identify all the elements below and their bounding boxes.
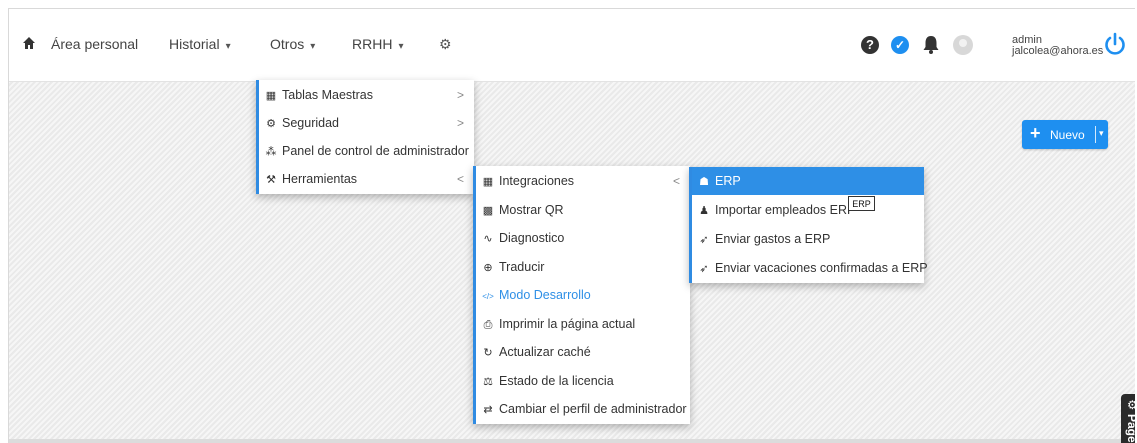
page-tab-label: Page <box>1125 414 1135 443</box>
users-icon: ☗ <box>699 176 709 188</box>
menu-item-imprimir[interactable]: ⎙ Imprimir la página actual <box>476 310 690 338</box>
heartbeat-icon: ∿ <box>483 233 493 245</box>
menu-item-integraciones[interactable]: ▦ Integraciones < <box>476 167 690 195</box>
help-icon[interactable]: ? <box>861 36 879 54</box>
menu-item-panel-control[interactable]: ⁂ Panel de control de administrador <box>259 137 474 165</box>
menu-item-label: Estado de la licencia <box>499 373 614 388</box>
nav-label: RRHH <box>352 36 393 52</box>
bell-icon[interactable] <box>922 35 940 54</box>
gavel-icon: ⚖ <box>483 375 493 388</box>
menu-item-enviar-vacaciones[interactable]: ➶ Enviar vacaciones confirmadas a ERP <box>692 254 927 282</box>
otros-dropdown-menu: ▦ Tablas Maestras > ⚙ Seguridad > ⁂ Panel de … <box>256 80 474 194</box>
menu-item-enviar-gastos[interactable]: ➶ Enviar gastos a ERP <box>692 225 924 253</box>
tooltip: ERP <box>848 196 875 211</box>
menu-item-label: Mostrar QR <box>499 202 564 217</box>
users-cog-icon: ⚙ <box>266 118 276 130</box>
menu-item-label: Importar empleados ERP <box>715 203 856 217</box>
horizontal-scrollbar[interactable] <box>9 439 1135 443</box>
caret-down-icon: ▾ <box>310 41 316 52</box>
power-icon[interactable] <box>1103 32 1127 56</box>
caret-down-icon[interactable]: ▾ <box>1099 128 1104 139</box>
page-options-tab[interactable]: ⚙ Page <box>1121 394 1135 443</box>
menu-item-erp[interactable]: ☗ ERP <box>692 167 924 195</box>
nav-label: Área personal <box>51 36 139 52</box>
menu-item-label: Enviar vacaciones confirmadas a ERP <box>715 261 928 275</box>
nav-area-personal[interactable]: Área personal <box>51 36 138 52</box>
paper-plane-icon: ➶ <box>699 263 709 275</box>
nav-historial[interactable]: Historial ▾ <box>169 36 231 52</box>
chevron-left-icon: < <box>672 174 680 188</box>
button-separator <box>1095 126 1096 143</box>
menu-item-label: Cambiar el perfil de administrador <box>499 402 687 416</box>
menu-item-traducir[interactable]: ⊕ Traducir <box>476 253 690 281</box>
nav-rrhh[interactable]: RRHH ▾ <box>352 36 403 52</box>
plus-icon: + <box>1030 123 1041 143</box>
menu-item-label: Enviar gastos a ERP <box>715 232 831 246</box>
refresh-icon: ↻ <box>483 347 493 359</box>
tools-icon: ⚒ <box>266 174 276 186</box>
menu-item-importar-empleados[interactable]: ♟ Importar empleados ERP <box>692 196 924 224</box>
chevron-right-icon: > <box>456 88 464 102</box>
nav-otros[interactable]: Otros ▾ <box>270 36 315 52</box>
menu-item-label: Herramientas <box>282 172 358 186</box>
menu-item-label: Panel de control de administrador <box>282 144 469 158</box>
integraciones-submenu: ☗ ERP ♟ Importar empleados ERP ➶ Enviar gas… <box>689 167 928 283</box>
menu-item-herramientas[interactable]: ⚒ Herramientas < <box>259 165 474 193</box>
herramientas-submenu: ▦ Integraciones < ▩ Mostrar QR ∿ Diagnostico… <box>473 166 690 424</box>
check-icon[interactable]: ✓ <box>891 36 909 54</box>
top-navbar: Área personal Historial ▾ Otros ▾ RRHH ▾ ⚙ … <box>9 9 1135 82</box>
menu-item-label: Imprimir la página actual <box>499 316 636 331</box>
paper-plane-icon: ➶ <box>699 234 709 246</box>
table-icon: ▦ <box>265 90 277 102</box>
menu-item-cambiar-perfil[interactable]: ⇄ Cambiar el perfil de administrador <box>476 395 690 423</box>
chevron-right-icon: > <box>456 116 464 130</box>
menu-item-label: Traducir <box>499 259 545 274</box>
menu-item-label: Tablas Maestras <box>282 88 374 102</box>
home-icon[interactable] <box>23 36 35 50</box>
nuevo-button[interactable]: + Nuevo ▾ <box>1022 120 1108 149</box>
menu-item-seguridad[interactable]: ⚙ Seguridad > <box>259 109 474 137</box>
nav-label: Historial <box>169 36 220 52</box>
code-icon: </> <box>482 292 494 301</box>
user-info[interactable]: admin jalcolea@ahora.es <box>1012 35 1103 57</box>
menu-item-mostrar-qr[interactable]: ▩ Mostrar QR <box>476 196 690 224</box>
nuevo-label: Nuevo <box>1050 128 1085 142</box>
settings-icon[interactable]: ⚙ <box>439 36 452 53</box>
qrcode-icon: ▩ <box>482 204 494 217</box>
menu-item-modo-desarrollo[interactable]: </> Modo Desarrollo <box>476 281 690 309</box>
menu-item-label: Seguridad <box>282 116 339 130</box>
globe-icon: ⊕ <box>483 261 493 274</box>
menu-item-label: Integraciones <box>499 174 575 188</box>
table-icon: ▦ <box>482 176 494 188</box>
menu-item-estado-licencia[interactable]: ⚖ Estado de la licencia <box>476 367 690 395</box>
group-icon: ⁂ <box>265 146 277 158</box>
gear-icon: ⚙ <box>1127 398 1135 412</box>
menu-item-diagnostico[interactable]: ∿ Diagnostico <box>476 224 690 252</box>
avatar[interactable] <box>953 35 973 55</box>
user-email: jalcolea@ahora.es <box>1012 45 1104 57</box>
menu-item-label: ERP <box>715 174 741 188</box>
menu-item-label: Diagnostico <box>499 231 565 245</box>
exchange-icon: ⇄ <box>483 404 493 416</box>
avatar-head <box>959 39 967 47</box>
print-icon: ⎙ <box>483 318 493 331</box>
caret-down-icon: ▾ <box>225 41 231 52</box>
nav-label: Otros <box>270 36 305 52</box>
user-icon: ♟ <box>699 205 709 217</box>
menu-item-tablas-maestras[interactable]: ▦ Tablas Maestras > <box>259 81 474 109</box>
menu-item-label: Actualizar caché <box>499 345 591 359</box>
caret-down-icon: ▾ <box>398 41 404 52</box>
chevron-left-icon: < <box>456 172 464 186</box>
menu-item-label: Modo Desarrollo <box>499 288 591 302</box>
menu-item-actualizar-cache[interactable]: ↻ Actualizar caché <box>476 338 690 366</box>
